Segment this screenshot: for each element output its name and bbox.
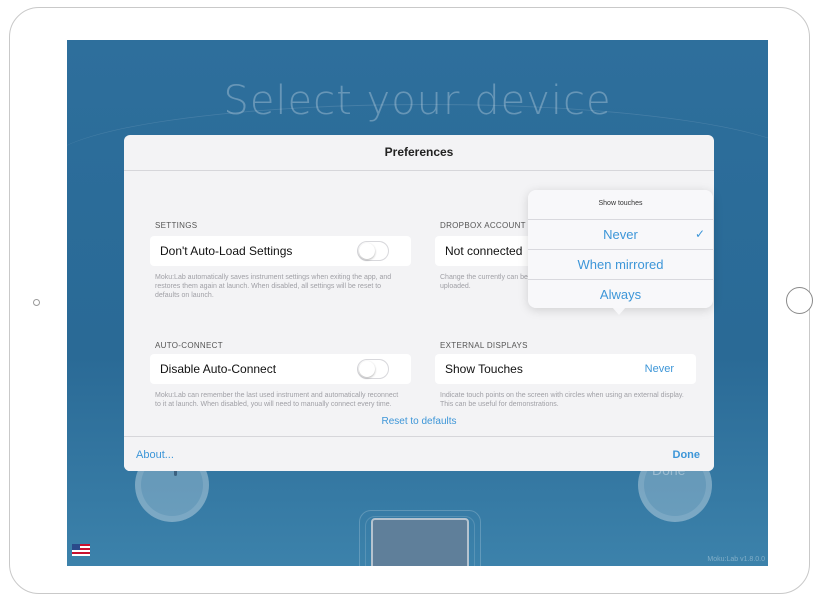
- auto-load-settings-row: Don't Auto-Load Settings: [150, 236, 411, 266]
- show-touches-description: Indicate touch points on the screen with…: [440, 392, 684, 408]
- checkmark-icon: ✓: [694, 227, 705, 241]
- dropbox-status-label: Not connected: [445, 244, 523, 258]
- dropbox-section-label: DROPBOX ACCOUNT: [440, 221, 526, 230]
- about-button[interactable]: About...: [136, 449, 174, 461]
- popover-title: Show touches: [598, 200, 643, 207]
- popover-arrow: [612, 307, 626, 315]
- auto-load-settings-label: Don't Auto-Load Settings: [160, 244, 293, 258]
- camera-icon: [33, 299, 40, 306]
- popover-option-label: Always: [599, 287, 642, 302]
- reset-defaults-button[interactable]: Reset to defaults: [124, 416, 714, 427]
- auto-connect-row: Disable Auto-Connect: [150, 354, 411, 384]
- show-touches-value: Never: [644, 363, 674, 375]
- auto-connect-label: Disable Auto-Connect: [160, 362, 277, 376]
- popover-option-label: Never: [603, 227, 638, 242]
- auto-load-settings-toggle[interactable]: [357, 241, 389, 261]
- popover-option-never[interactable]: Never ✓: [528, 219, 713, 249]
- popover-option-when-mirrored[interactable]: When mirrored: [528, 249, 713, 279]
- show-touches-popover: Show touches Never ✓ When mirrored Alway…: [528, 190, 713, 308]
- done-button[interactable]: Done: [673, 449, 701, 461]
- settings-section-label: SETTINGS: [155, 221, 198, 230]
- show-touches-label: Show Touches: [445, 362, 523, 376]
- popover-option-label: When mirrored: [577, 257, 664, 272]
- home-button[interactable]: [786, 287, 813, 314]
- tablet-device-icon[interactable]: [371, 518, 469, 566]
- dropbox-description: Change the currently can be uploaded.: [440, 274, 528, 290]
- popover-option-always[interactable]: Always: [528, 279, 713, 309]
- external-displays-section-label: EXTERNAL DISPLAYS: [440, 341, 528, 350]
- auto-connect-description: Moku:Lab can remember the last used inst…: [155, 392, 399, 408]
- show-touches-row[interactable]: Show Touches Never: [435, 354, 696, 384]
- version-label: Moku:Lab v1.8.0.0: [707, 556, 765, 563]
- auto-connect-toggle[interactable]: [357, 359, 389, 379]
- us-flag-icon[interactable]: [72, 544, 90, 556]
- auto-load-settings-description: Moku:Lab automatically saves instrument …: [155, 274, 392, 299]
- preferences-title: Preferences: [124, 135, 714, 171]
- screen-title: Select your device: [223, 78, 612, 124]
- preferences-footer: About... Done: [124, 436, 714, 471]
- auto-connect-section-label: AUTO-CONNECT: [155, 341, 223, 350]
